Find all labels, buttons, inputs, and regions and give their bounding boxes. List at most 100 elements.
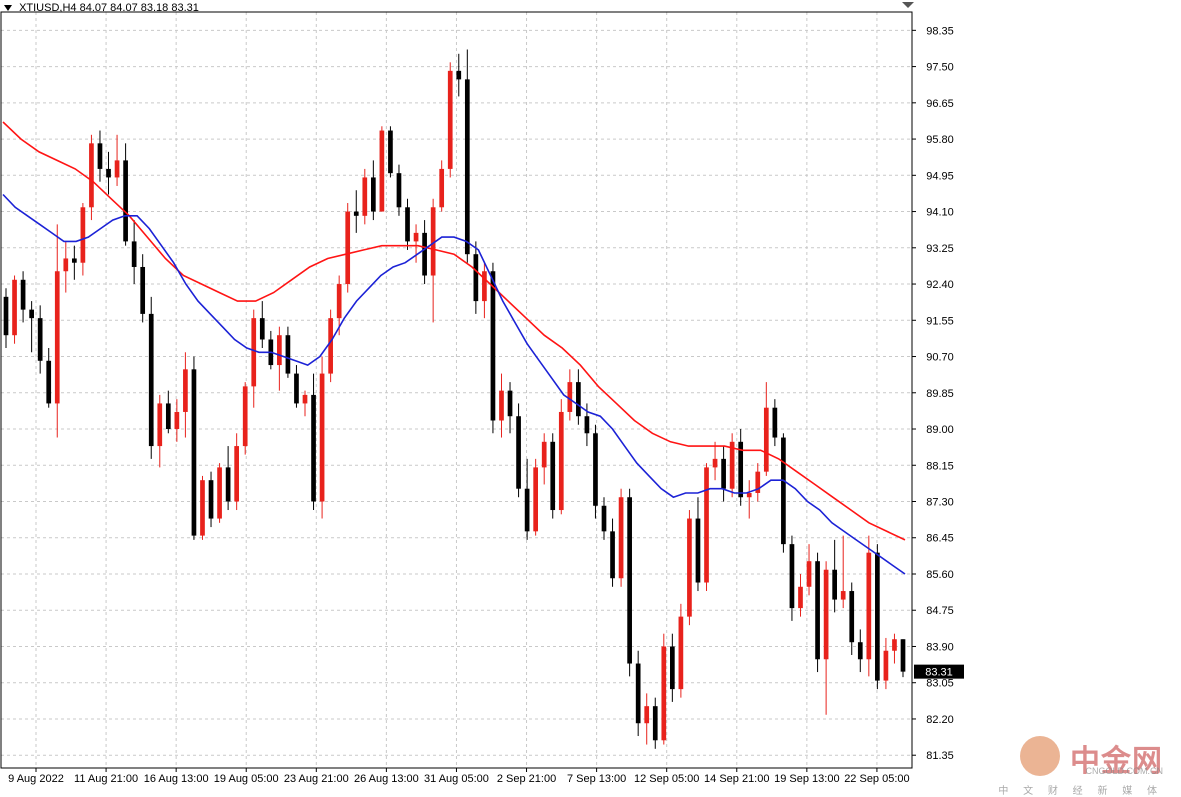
- candle-body: [567, 382, 573, 412]
- candle-body: [695, 518, 701, 583]
- watermark-tagline: 中 文 财 经 新 媒 体: [998, 786, 1163, 797]
- candle-body: [541, 441, 547, 468]
- candle-body: [208, 480, 214, 519]
- candle-body: [89, 143, 94, 208]
- candle-body: [336, 284, 342, 319]
- candle-body: [635, 663, 641, 724]
- candle-body: [242, 386, 248, 447]
- candle-body: [140, 266, 146, 314]
- candle-body: [618, 497, 624, 579]
- candle-body: [533, 467, 539, 532]
- x-tick-label: 12 Sep 05:00: [634, 773, 699, 785]
- candle-body: [20, 279, 26, 310]
- candle-body: [251, 318, 257, 387]
- watermark: 中金网 CNGOLD.COM.CN 中 文 财 经 新 媒 体: [998, 736, 1163, 797]
- candle-body: [29, 309, 34, 319]
- candle-body: [379, 130, 385, 212]
- candle-body: [12, 279, 17, 336]
- y-tick-label: 88.15: [926, 460, 954, 472]
- x-tick-label: 22 Sep 05:00: [844, 773, 909, 785]
- candle-body: [857, 642, 863, 660]
- y-tick-label: 91.55: [926, 315, 954, 327]
- candle-body: [114, 160, 120, 178]
- candle-body: [584, 416, 590, 434]
- candle-body: [353, 211, 359, 216]
- price-chart[interactable]: 98.35 97.50 96.65 95.80 94.95 94.10 93.25 92.40…: [0, 0, 1181, 792]
- candle-body: [97, 143, 103, 169]
- candle-body: [669, 646, 675, 690]
- ma-slow-line: [2, 121, 906, 541]
- candle-body: [781, 437, 786, 545]
- y-tick-label: 83.05: [926, 678, 954, 690]
- candle-body: [721, 458, 726, 489]
- candle-body: [277, 335, 282, 366]
- candle-body: [840, 591, 846, 600]
- candle-body: [302, 394, 308, 404]
- candle-body: [832, 569, 838, 600]
- y-tick-label: 93.25: [926, 243, 954, 255]
- candle-body: [447, 70, 453, 169]
- candle-body: [456, 70, 462, 80]
- candle-body: [610, 531, 615, 579]
- candle-body: [37, 318, 43, 361]
- y-tick-label: 85.60: [926, 569, 954, 581]
- candle-body: [772, 407, 778, 438]
- candle-body: [627, 497, 632, 664]
- candle-body: [54, 271, 60, 404]
- candle-body: [3, 296, 9, 336]
- y-tick-label: 84.75: [926, 605, 954, 617]
- y-tick-label: 97.50: [926, 62, 954, 74]
- candle-body: [396, 173, 402, 208]
- candle-body: [71, 258, 77, 263]
- svg-text:83.31: 83.31: [925, 667, 953, 679]
- candle-body: [900, 639, 906, 672]
- candle-body: [165, 403, 171, 430]
- shift-marker-icon[interactable]: [902, 2, 914, 8]
- candle-body: [106, 168, 111, 178]
- x-tick-label: 14 Sep 21:00: [704, 773, 769, 785]
- x-tick-label: 2 Sep 21:00: [497, 773, 556, 785]
- candle-body: [439, 168, 445, 208]
- y-tick-label: 94.95: [926, 170, 954, 182]
- watermark-site: CNGOLD.COM.CN: [1085, 766, 1163, 776]
- candle-body: [123, 160, 128, 242]
- y-tick-label: 90.70: [926, 352, 954, 364]
- time-axis: 9 Aug 2022 11 Aug 21:00 16 Aug 13:00 19 Aug…: [8, 768, 910, 785]
- x-tick-label: 16 Aug 13:00: [144, 773, 209, 785]
- candle-body: [849, 591, 855, 643]
- candle-body: [174, 411, 180, 430]
- candle-body: [234, 446, 240, 502]
- y-tick-label: 94.10: [926, 207, 954, 219]
- candle-body: [516, 416, 521, 489]
- candle-body: [687, 518, 692, 617]
- candle-body: [225, 467, 231, 502]
- candle-body: [601, 505, 607, 532]
- candle-body: [319, 373, 325, 502]
- candle-body: [789, 544, 795, 609]
- candle-body: [422, 232, 427, 276]
- x-tick-label: 7 Sep 13:00: [567, 773, 626, 785]
- candle-body: [80, 207, 86, 263]
- candle-body: [823, 569, 829, 660]
- x-tick-label: 23 Aug 21:00: [284, 773, 349, 785]
- y-tick-label: 96.65: [926, 98, 954, 110]
- candle-body: [131, 241, 137, 267]
- candle-body: [499, 390, 504, 421]
- candle-body: [558, 411, 564, 511]
- y-tick-label: 86.45: [926, 533, 954, 545]
- y-tick-label: 87.30: [926, 497, 954, 509]
- candle-body: [370, 177, 376, 212]
- candle-body: [191, 369, 197, 536]
- y-tick-label: 98.35: [926, 25, 954, 37]
- candle-body: [157, 403, 163, 447]
- candle-body: [746, 492, 752, 498]
- x-tick-label: 26 Aug 13:00: [354, 773, 419, 785]
- chart-grid: [1, 12, 912, 768]
- candle-body: [866, 552, 872, 660]
- candle-body: [285, 335, 291, 374]
- candle-body: [473, 254, 479, 302]
- candle-body: [464, 79, 470, 255]
- candle-body: [875, 552, 880, 681]
- y-tick-label: 95.80: [926, 134, 954, 146]
- candle-body: [388, 130, 393, 174]
